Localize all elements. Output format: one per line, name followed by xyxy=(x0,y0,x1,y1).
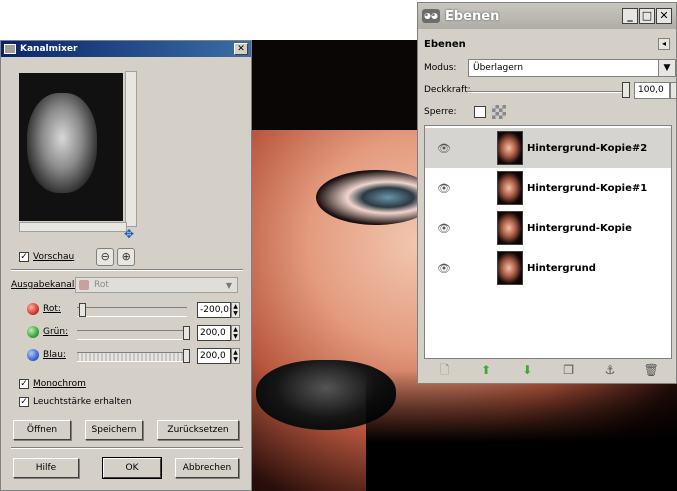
opacity-spinner[interactable] xyxy=(670,82,677,99)
ok-button[interactable]: OK xyxy=(102,457,162,479)
panel-menu-icon[interactable]: ◂ xyxy=(658,38,670,50)
chevron-down-icon: ▼ xyxy=(658,60,675,76)
opacity-value-input[interactable]: 100,0 xyxy=(634,82,670,99)
red-value-spinner[interactable]: ▲ ▼ xyxy=(231,302,240,318)
red-channel-icon xyxy=(27,303,39,315)
maximize-icon[interactable]: □ xyxy=(639,8,655,24)
output-channel-value: Rot xyxy=(94,280,109,290)
layer-thumbnail xyxy=(497,171,523,205)
lock-pixels-checkbox[interactable] xyxy=(474,106,486,118)
visibility-eye-icon[interactable]: 👁 xyxy=(435,182,453,195)
luminosity-label: Leuchtstärke erhalten xyxy=(33,397,132,407)
layer-thumbnail xyxy=(497,211,523,245)
channel-label-green: Grün: xyxy=(43,327,69,337)
raise-layer-icon[interactable]: ⬆ xyxy=(478,362,494,378)
preview-vertical-scrollbar[interactable] xyxy=(125,71,137,227)
channel-swatch xyxy=(79,280,89,290)
lower-layer-icon[interactable]: ⬇ xyxy=(519,362,535,378)
monochrom-label: Monochrom xyxy=(33,379,86,389)
layer-list: 👁 Hintergrund-Kopie#2 👁 Hintergrund-Kopi… xyxy=(424,125,672,359)
opacity-label: Deckkraft: xyxy=(424,85,471,95)
lock-label: Sperre: xyxy=(424,107,457,117)
green-channel-icon xyxy=(27,326,39,338)
lock-alpha-icon[interactable] xyxy=(492,105,506,119)
app-icon xyxy=(4,44,16,54)
duplicate-layer-icon[interactable]: ❐ xyxy=(561,362,577,378)
ebenen-titlebar[interactable]: ◕◕ Ebenen _ □ ✕ xyxy=(418,3,676,29)
layer-name: Hintergrund-Kopie xyxy=(527,222,632,234)
gimp-icon: ◕◕ xyxy=(422,9,440,23)
anchor-layer-icon[interactable]: ⚓ xyxy=(602,362,618,378)
preview-label: Vorschau xyxy=(33,252,75,262)
help-button[interactable]: Hilfe xyxy=(13,458,79,478)
delete-layer-icon[interactable]: 🗑 xyxy=(643,362,659,378)
layer-row[interactable]: 👁 Hintergrund-Kopie#2 xyxy=(425,128,671,168)
close-icon[interactable]: ✕ xyxy=(656,8,672,24)
save-button[interactable]: Speichern xyxy=(85,420,143,440)
luminosity-checkbox[interactable]: ✓ xyxy=(19,397,29,407)
kanalmixer-title: Kanalmixer xyxy=(20,44,78,54)
ebenen-dialog: ◕◕ Ebenen _ □ ✕ Ebenen ◂ Modus: Überlage… xyxy=(417,2,677,384)
navigate-icon[interactable]: ✥ xyxy=(124,228,136,240)
reset-button[interactable]: Zurücksetzen xyxy=(157,420,239,440)
kanalmixer-titlebar[interactable]: Kanalmixer ✕ xyxy=(1,41,251,57)
green-slider-thumb[interactable] xyxy=(183,326,190,340)
visibility-eye-icon[interactable]: 👁 xyxy=(435,142,453,155)
opacity-slider-thumb[interactable] xyxy=(622,82,630,98)
red-slider-thumb[interactable] xyxy=(79,303,86,317)
divider xyxy=(11,447,243,449)
channel-label-blue: Blau: xyxy=(43,350,66,360)
photo-spider xyxy=(366,370,677,491)
preview-face xyxy=(27,93,97,193)
new-layer-icon[interactable]: 🗋 xyxy=(437,362,453,378)
layer-row[interactable]: 👁 Hintergrund-Kopie#1 xyxy=(425,168,671,208)
layer-name: Hintergrund-Kopie#1 xyxy=(527,182,648,194)
green-value-spinner[interactable]: ▲ ▼ xyxy=(231,325,240,341)
kanalmixer-dialog: Kanalmixer ✕ ✥ ✓ Vorschau ⊖ ⊕ Ausgabekan… xyxy=(0,40,252,491)
red-value-input[interactable]: -200,0 xyxy=(197,302,231,318)
open-button[interactable]: Öffnen xyxy=(13,420,71,440)
opacity-slider-track[interactable] xyxy=(468,91,628,93)
visibility-eye-icon[interactable]: 👁 xyxy=(435,262,453,275)
zoom-out-icon[interactable]: ⊖ xyxy=(96,248,115,266)
layer-row[interactable]: 👁 Hintergrund xyxy=(425,248,671,288)
layer-thumbnail xyxy=(497,251,523,285)
mode-label: Modus: xyxy=(424,63,457,73)
close-icon[interactable]: ✕ xyxy=(234,43,248,55)
layer-toolbar: 🗋 ⬆ ⬇ ❐ ⚓ 🗑 xyxy=(424,359,672,381)
ebenen-window-title: Ebenen xyxy=(445,8,500,24)
preview-image xyxy=(19,73,123,221)
blue-value-input[interactable]: 200,0 xyxy=(197,348,231,364)
divider xyxy=(11,269,243,271)
minimize-icon[interactable]: _ xyxy=(622,8,638,24)
layer-name: Hintergrund xyxy=(527,262,596,274)
layer-thumbnail xyxy=(497,131,523,165)
layer-name: Hintergrund-Kopie#2 xyxy=(527,142,648,154)
layer-row[interactable]: 👁 Hintergrund-Kopie xyxy=(425,208,671,248)
preview-horizontal-scrollbar[interactable] xyxy=(19,222,127,232)
blue-slider-track[interactable] xyxy=(77,352,187,362)
blue-value-spinner[interactable]: ▲ ▼ xyxy=(231,348,240,364)
ebenen-heading: Ebenen xyxy=(424,39,466,50)
zoom-in-icon[interactable]: ⊕ xyxy=(117,248,136,266)
preview-checkbox[interactable]: ✓ xyxy=(19,252,29,262)
output-channel-label: Ausgabekanal: xyxy=(11,280,78,290)
blue-channel-icon xyxy=(27,349,39,361)
red-slider-track[interactable] xyxy=(77,307,187,317)
mode-value: Überlagern xyxy=(473,63,524,73)
green-value-input[interactable]: 200,0 xyxy=(197,325,231,341)
monochrom-checkbox[interactable]: ✓ xyxy=(19,379,29,389)
blue-slider-thumb[interactable] xyxy=(183,349,190,363)
mode-select[interactable]: Überlagern ▼ xyxy=(468,59,676,77)
channel-label-red: Rot: xyxy=(43,304,61,314)
output-channel-select[interactable]: Rot ▼ xyxy=(75,277,238,293)
green-slider-track[interactable] xyxy=(77,330,187,340)
cancel-button[interactable]: Abbrechen xyxy=(175,458,239,478)
visibility-eye-icon[interactable]: 👁 xyxy=(435,222,453,235)
chevron-down-icon: ▼ xyxy=(225,281,233,290)
